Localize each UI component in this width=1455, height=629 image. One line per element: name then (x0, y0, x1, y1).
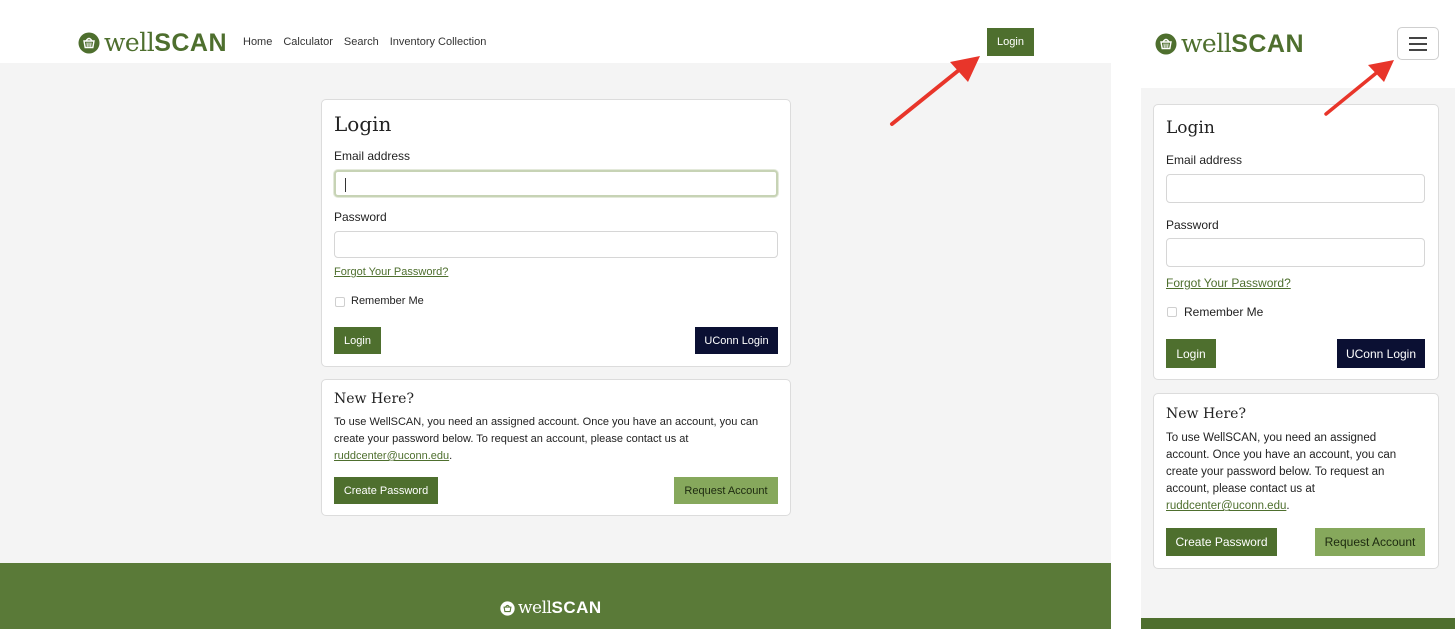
mobile-new-here-text: To use WellSCAN, you need an assigned ac… (1166, 432, 1397, 512)
uconn-login-button[interactable]: UConn Login (695, 327, 778, 354)
forgot-password-link[interactable]: Forgot Your Password? (334, 266, 448, 278)
basket-icon (1155, 33, 1177, 55)
new-here-text: To use WellSCAN, you need an assigned ac… (334, 416, 759, 462)
mobile-footer (1141, 618, 1455, 629)
navbar: wellSCAN Home Calculator Search Inventor… (0, 0, 1111, 63)
mobile-navbar: wellSCAN (1141, 0, 1455, 88)
nav-link-home[interactable]: Home (243, 36, 272, 48)
login-button[interactable]: Login (334, 327, 381, 354)
mobile-view: wellSCAN Login Email address Password Fo… (1141, 0, 1455, 629)
basket-icon (500, 600, 515, 616)
login-title: Login (334, 112, 392, 136)
mobile-request-account-button[interactable]: Request Account (1315, 528, 1425, 556)
mobile-email-input[interactable] (1166, 174, 1425, 203)
password-label: Password (334, 210, 387, 224)
menu-icon-bar (1409, 36, 1427, 39)
mobile-new-here-title: New Here? (1166, 406, 1246, 422)
mobile-uconn-login-button[interactable]: UConn Login (1337, 339, 1425, 368)
brand-name: wellSCAN (104, 28, 228, 57)
footer (0, 563, 1111, 629)
request-account-button[interactable]: Request Account (674, 477, 778, 504)
remember-me-label: Remember Me (351, 295, 424, 307)
mobile-brand-logo[interactable]: wellSCAN (1155, 29, 1304, 59)
desktop-view: wellSCAN Home Calculator Search Inventor… (0, 0, 1111, 629)
text-caret (345, 178, 346, 192)
email-label: Email address (334, 149, 411, 163)
mobile-remember-me-checkbox[interactable] (1167, 307, 1177, 317)
footer-brand-logo[interactable]: wellSCAN (500, 598, 602, 618)
nav-link-inventory-collection[interactable]: Inventory Collection (390, 36, 487, 48)
hamburger-menu-button[interactable] (1397, 27, 1439, 60)
mobile-forgot-password-link[interactable]: Forgot Your Password? (1166, 276, 1291, 290)
mobile-email-label: Email address (1166, 153, 1243, 167)
create-password-button[interactable]: Create Password (334, 477, 438, 504)
mobile-remember-me-label: Remember Me (1184, 305, 1264, 319)
mobile-brand-name: wellSCAN (1181, 29, 1305, 58)
new-here-title: New Here? (334, 391, 414, 407)
brand-logo[interactable]: wellSCAN (78, 28, 227, 58)
menu-icon-bar (1409, 48, 1427, 51)
remember-me-checkbox[interactable] (335, 297, 345, 307)
basket-icon (78, 32, 100, 54)
email-input[interactable] (334, 170, 778, 197)
mobile-contact-email-link[interactable]: ruddcenter@uconn.edu (1166, 500, 1286, 512)
mobile-password-label: Password (1166, 218, 1219, 232)
nav-links: Home Calculator Search Inventory Collect… (243, 36, 486, 48)
mobile-login-title: Login (1166, 118, 1215, 138)
mobile-login-button[interactable]: Login (1166, 339, 1216, 368)
mobile-create-password-button[interactable]: Create Password (1166, 528, 1277, 556)
contact-email-link[interactable]: ruddcenter@uconn.edu (334, 450, 449, 462)
nav-link-search[interactable]: Search (344, 36, 379, 48)
nav-login-button[interactable]: Login (987, 28, 1034, 56)
footer-brand-name: wellSCAN (518, 598, 602, 618)
menu-icon-bar (1409, 42, 1427, 45)
mobile-password-input[interactable] (1166, 238, 1425, 267)
password-input[interactable] (334, 231, 778, 258)
nav-link-calculator[interactable]: Calculator (283, 36, 333, 48)
